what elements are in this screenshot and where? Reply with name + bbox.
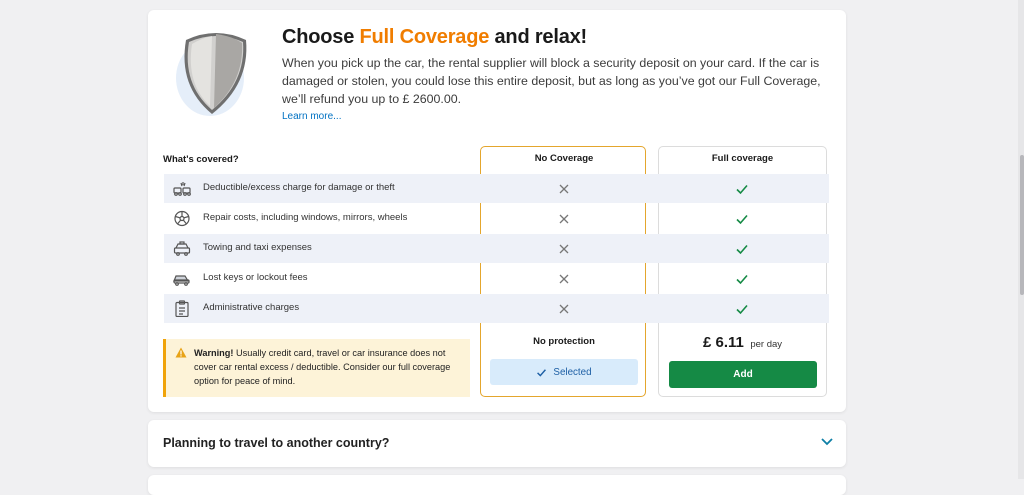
warning-title: Warning! [194,348,234,358]
whats-covered-heading: What's covered? [163,154,239,165]
car-crash-icon [173,182,191,196]
coverage-row: Repair costs, including windows, mirrors… [164,204,829,233]
clipboard-icon [175,300,189,317]
x-icon [559,184,569,194]
warning-icon [175,347,187,358]
row-label: Repair costs, including windows, mirrors… [203,212,408,223]
chevron-down-icon[interactable] [820,437,834,447]
x-icon [559,244,569,254]
full-coverage-price: £ 6.11 per day [660,334,825,352]
title-accent: Full Coverage [359,26,490,48]
coverage-row: Lost keys or lockout fees [164,264,829,293]
check-icon [736,304,748,315]
row-label: Deductible/excess charge for damage or t… [203,182,395,193]
car-key-icon [173,275,190,286]
x-icon [559,274,569,284]
price-per-day: per day [750,339,783,350]
warning-text: Usually credit card, travel or car insur… [194,348,451,386]
taxi-icon [173,241,191,256]
add-full-coverage-button[interactable]: Add [669,361,817,388]
learn-more-link[interactable]: Learn more... [282,111,341,122]
title-suffix: and relax! [489,26,588,48]
selected-button[interactable]: Selected [490,359,638,385]
full-coverage-card: Choose Full Coverage and relax! When you… [148,10,846,412]
row-label: Administrative charges [203,302,300,313]
next-section-card [148,475,846,495]
full-coverage-heading: Full coverage [711,153,774,164]
coverage-row: Deductible/excess charge for damage or t… [164,174,829,203]
x-icon [559,304,569,314]
row-label: Lost keys or lockout fees [203,272,308,283]
check-icon [736,244,748,255]
price-amount: £ 6.11 [702,334,744,351]
page-scrollbar[interactable] [1018,0,1024,479]
row-label: Towing and taxi expenses [203,242,312,253]
x-icon [559,214,569,224]
no-coverage-heading: No Coverage [534,153,594,164]
check-icon [537,368,547,377]
no-protection-label: No protection [533,336,595,347]
shield-icon [176,33,247,116]
travel-section-title: Planning to travel to another country? [163,436,390,450]
page-title: Choose Full Coverage and relax! [282,26,587,49]
check-icon [736,214,748,225]
warning-box: Warning! Usually credit card, travel or … [163,339,470,397]
selected-button-label: Selected [553,366,592,378]
check-icon [736,184,748,195]
wheel-icon [174,210,190,227]
coverage-description: When you pick up the car, the rental sup… [282,56,821,106]
title-prefix: Choose [282,26,360,48]
coverage-row: Towing and taxi expenses [164,234,829,263]
check-icon [736,274,748,285]
scrollbar-thumb[interactable] [1020,155,1024,295]
travel-country-card[interactable]: Planning to travel to another country? [148,420,846,467]
coverage-row: Administrative charges [164,294,829,323]
